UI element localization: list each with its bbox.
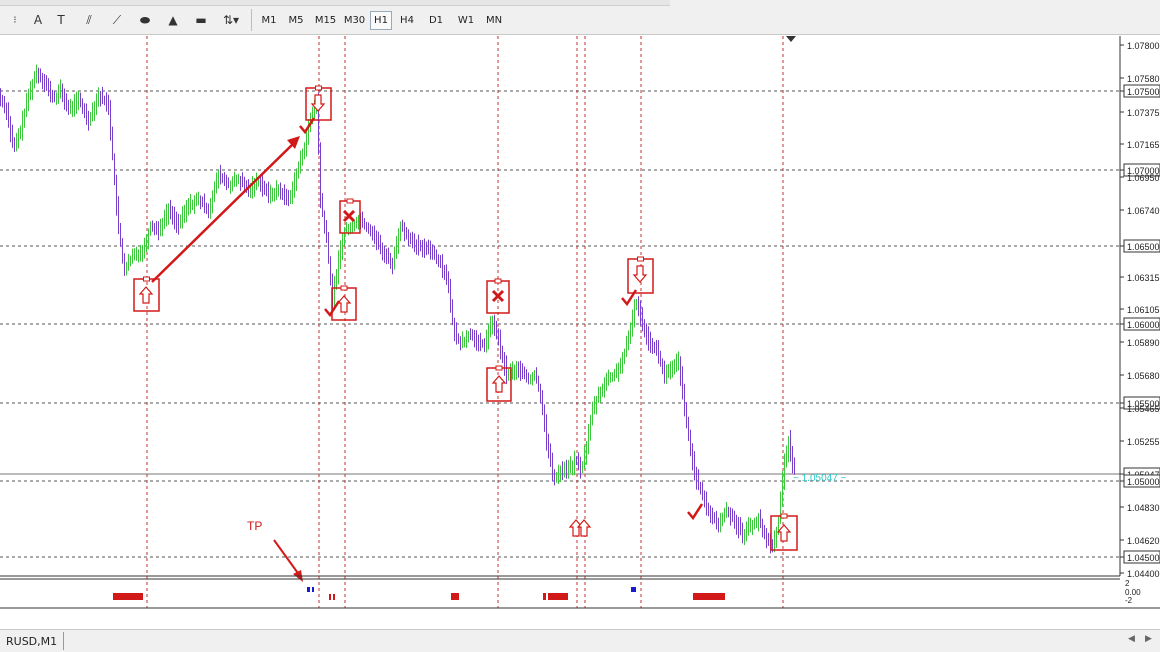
- timeframe-button-d1[interactable]: D1: [424, 11, 448, 30]
- arrows-tool-icon[interactable]: ⇅▾: [220, 10, 242, 30]
- signal-box-handle: [494, 278, 502, 284]
- rectangle-tool-icon[interactable]: ▬: [190, 10, 212, 30]
- indicator-signal-bar: [693, 593, 725, 600]
- signal-box-handle: [346, 198, 354, 204]
- price-scale-label: 1.04830: [1127, 503, 1160, 513]
- price-scale-label: 1.06500: [1127, 242, 1160, 252]
- price-scale-label: 1.06950: [1127, 173, 1160, 183]
- price-scale-label: 1.06740: [1127, 206, 1160, 216]
- tp-label: TP: [247, 519, 262, 533]
- ellipse-tool-icon[interactable]: ⬬: [134, 10, 156, 30]
- main-toolbar: ⁝ A T ⫽ ⟋ ⬬ ▲ ▬ ⇅▾ M1 M5 M15 M30 H1 H4 D1 W1 MN: [0, 0, 1160, 35]
- tab-scroll-left-icon[interactable]: ◀: [1128, 634, 1135, 644]
- symbol-tab-bar: RUSD,M1 ◀ ▶: [0, 629, 1160, 652]
- timeframe-button-w1[interactable]: W1: [453, 11, 479, 30]
- price-scale-label: 1.04620: [1127, 536, 1160, 546]
- toolbar-separator: [251, 9, 252, 31]
- price-scale-label: 1.07500: [1127, 87, 1160, 97]
- indicator-tick-bar: [329, 594, 331, 600]
- signal-box-handle: [495, 365, 503, 371]
- price-scale-label: 1.07165: [1127, 140, 1160, 150]
- indicator-signal-bar: [548, 593, 568, 600]
- signal-box-handle: [340, 285, 348, 291]
- triangle-tool-icon[interactable]: ▲: [162, 10, 184, 30]
- timeframe-button-mn[interactable]: MN: [481, 11, 507, 30]
- price-scale-label: 1.04500: [1127, 553, 1160, 563]
- indicator-blue-bar: [307, 587, 310, 592]
- indicator-scale-label: -2: [1125, 596, 1133, 605]
- timeframe-button-h1[interactable]: H1: [370, 11, 392, 30]
- text-tool-icon[interactable]: A: [27, 10, 49, 30]
- price-scale-label: 1.05255: [1127, 437, 1160, 447]
- signal-box-handle: [315, 85, 322, 91]
- price-scale-label: 1.06000: [1127, 320, 1160, 330]
- indicator-signal-bar: [451, 593, 459, 600]
- signal-box-handle: [143, 276, 150, 282]
- price-scale-label: 1.05465: [1127, 404, 1160, 414]
- cursor-icon[interactable]: ⁝: [4, 10, 26, 30]
- indicator-signal-bar: [113, 593, 143, 600]
- timeframe-button-m5[interactable]: M5: [284, 11, 308, 30]
- fibonacci-tool-icon[interactable]: ⟋: [106, 10, 128, 30]
- timeframe-button-h4[interactable]: H4: [395, 11, 419, 30]
- text-label-tool-icon[interactable]: T: [50, 10, 72, 30]
- tab-scroll-right-icon[interactable]: ▶: [1145, 634, 1152, 644]
- price-scale-label: 1.05680: [1127, 371, 1160, 381]
- signal-box-handle: [780, 513, 788, 519]
- price-scale-label: 1.06105: [1127, 305, 1160, 315]
- price-scale-label: 1.07580: [1127, 74, 1160, 84]
- signal-box-handle: [637, 256, 644, 262]
- timeframe-button-m30[interactable]: M30: [341, 11, 368, 30]
- channel-tool-icon[interactable]: ⫽: [78, 10, 100, 30]
- toolbar-top-strip: [0, 0, 670, 6]
- indicator-tick-bar: [333, 594, 335, 600]
- price-scale-label: 1.05890: [1127, 338, 1160, 348]
- indicator-blue-bar: [631, 587, 636, 592]
- price-chart[interactable]: 1.078001.075801.075001.073751.071651.070…: [0, 35, 1160, 610]
- symbol-tab[interactable]: RUSD,M1: [0, 632, 65, 650]
- price-scale-label: 1.07800: [1127, 41, 1160, 51]
- indicator-scale-label: 2: [1125, 579, 1130, 588]
- price-scale-label: 1.05000: [1127, 477, 1160, 487]
- indicator-blue-bar: [312, 587, 314, 592]
- price-scale-label: 1.04400: [1127, 569, 1160, 579]
- current-price-line-label: ~ 1.05047 ~: [793, 473, 847, 484]
- price-scale-label: 1.06315: [1127, 273, 1160, 283]
- timeframe-button-m1[interactable]: M1: [257, 11, 281, 30]
- indicator-signal-bar: [543, 593, 546, 600]
- timeframe-button-m15[interactable]: M15: [312, 11, 339, 30]
- price-scale-label: 1.07375: [1127, 108, 1160, 118]
